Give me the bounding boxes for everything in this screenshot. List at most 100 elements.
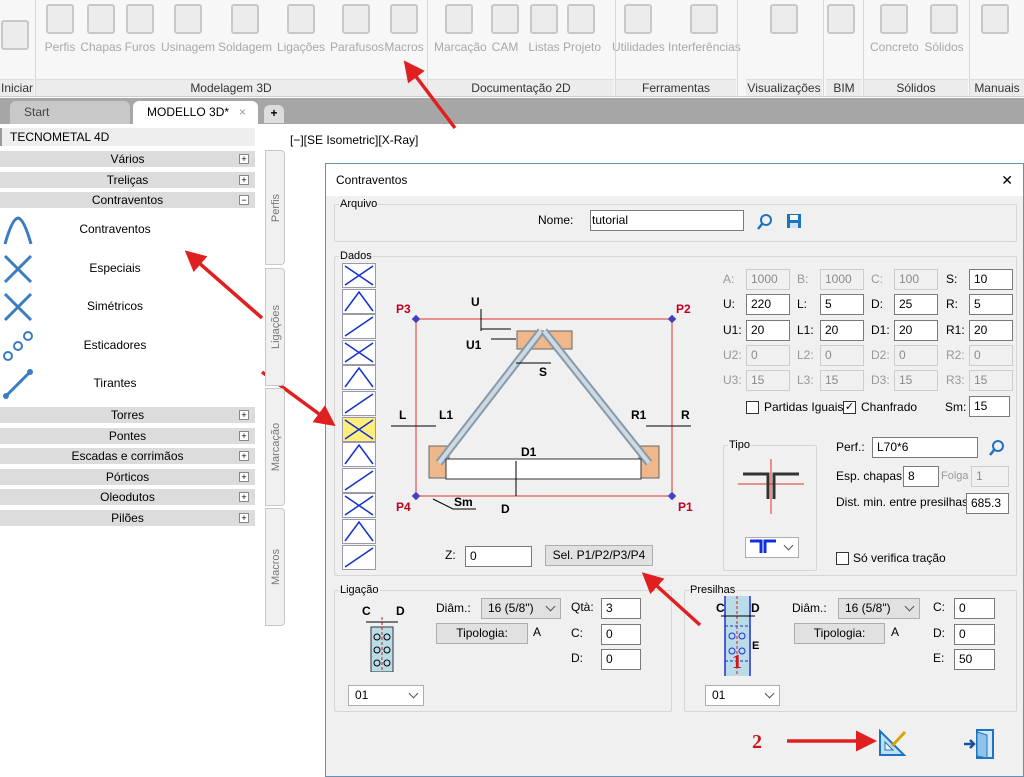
ligacao-d-input[interactable]: 0 — [601, 649, 641, 670]
param-input-s[interactable]: 10 — [969, 269, 1013, 290]
side-tab-perfis[interactable]: Perfis — [265, 150, 285, 265]
param-input-r[interactable]: 5 — [969, 294, 1013, 316]
dist-min-input[interactable]: 685.3 — [966, 493, 1009, 514]
search-icon[interactable] — [756, 213, 774, 231]
tab-modello-3d[interactable]: MODELLO 3D* × — [133, 101, 258, 124]
category-torres[interactable]: Torres + — [0, 407, 255, 423]
presilhas-combo[interactable]: 01 — [705, 685, 780, 706]
bracing-thumbnail[interactable] — [342, 314, 376, 340]
category-pilões[interactable]: Pilões + — [0, 509, 255, 526]
partidas-iguais-checkbox[interactable] — [746, 401, 759, 414]
param-input-u2[interactable]: 0 — [746, 344, 790, 366]
ribbon-button-manual-icon[interactable] — [980, 4, 1010, 40]
ribbon-button-chapas[interactable]: Chapas — [80, 4, 122, 54]
ribbon-button-usinagem[interactable]: Usinagem — [160, 4, 216, 54]
so-verifica-tracao-checkbox[interactable] — [836, 552, 849, 565]
ribbon-button-iniciar[interactable] — [0, 20, 30, 56]
category-oleodutos[interactable]: Oleodutos + — [0, 489, 255, 505]
close-tab-icon[interactable]: × — [239, 101, 246, 123]
category-treliças[interactable]: Treliças + — [0, 171, 255, 188]
ribbon-button-macros[interactable]: Macros — [384, 4, 424, 54]
category-contraventos[interactable]: Contraventos − — [0, 192, 255, 208]
ribbon-button-ligações[interactable]: Ligações — [276, 4, 326, 54]
ribbon-button-marcação[interactable]: Marcação — [434, 4, 487, 54]
expand-icon[interactable]: + — [239, 512, 249, 523]
expand-icon[interactable]: + — [239, 492, 249, 502]
param-input-u3[interactable]: 15 — [746, 370, 790, 392]
category-pórticos[interactable]: Pórticos + — [0, 468, 255, 485]
close-icon[interactable]: ✕ — [1001, 164, 1013, 196]
presilhas-c-input[interactable]: 0 — [954, 598, 995, 619]
bracing-thumbnail[interactable] — [342, 416, 376, 442]
macro-item-especiais[interactable]: Especiais — [0, 251, 255, 287]
side-tab-ligações[interactable]: Ligações — [265, 268, 285, 386]
ribbon-button-interferências[interactable]: Interferências — [668, 4, 741, 54]
bracing-thumbnail[interactable] — [342, 544, 376, 570]
param-input-l1[interactable]: 20 — [820, 319, 864, 341]
side-tab-macros[interactable]: Macros — [265, 508, 285, 626]
esp-chapas-input[interactable]: 8 — [903, 466, 939, 487]
ribbon-button-furos[interactable]: Furos — [122, 4, 158, 54]
param-input-u1[interactable]: 20 — [746, 319, 790, 341]
ribbon-button-soldagem[interactable]: Soldagem — [218, 4, 272, 54]
select-points-button[interactable]: Sel. P1/P2/P3/P4 — [545, 545, 653, 566]
category-escadas-e-corrimãos[interactable]: Escadas e corrimãos + — [0, 448, 255, 464]
param-input-l3[interactable]: 15 — [820, 370, 864, 392]
bracing-thumbnail[interactable] — [342, 519, 376, 544]
bracing-thumbnail[interactable] — [342, 339, 376, 365]
macro-item-simétricos[interactable]: Simétricos — [0, 289, 255, 325]
ribbon-button-cam[interactable]: CAM — [490, 4, 520, 54]
chanfrado-checkbox[interactable]: ✓ — [843, 401, 856, 414]
add-tab-button[interactable]: + — [264, 105, 284, 123]
search-profile-icon[interactable] — [988, 439, 1006, 457]
param-input-u[interactable]: 220 — [746, 294, 790, 316]
nome-input[interactable]: tutorial — [590, 210, 744, 231]
bracing-thumbnail[interactable] — [342, 288, 376, 314]
ribbon-button-listas[interactable]: Listas — [527, 4, 561, 54]
param-input-b[interactable]: 1000 — [820, 269, 864, 290]
category-vários[interactable]: Vários + — [0, 151, 255, 167]
collapse-icon[interactable]: − — [239, 195, 249, 205]
draw-set-square-icon[interactable] — [878, 728, 908, 758]
ribbon-button-projeto[interactable]: Projeto — [563, 4, 601, 54]
side-tab-marcação[interactable]: Marcação — [265, 388, 285, 506]
expand-icon[interactable]: + — [239, 451, 249, 461]
ligacao-c-input[interactable]: 0 — [601, 624, 641, 645]
ribbon-button-parafusos[interactable]: Parafusos — [330, 4, 384, 54]
bracing-thumbnail[interactable] — [342, 493, 376, 519]
ligacao-combo[interactable]: 01 — [348, 685, 424, 706]
param-input-l[interactable]: 5 — [820, 294, 864, 316]
perf-input[interactable]: L70*6 — [872, 437, 978, 458]
expand-icon[interactable]: + — [239, 471, 249, 482]
param-input-d1[interactable]: 20 — [894, 319, 938, 341]
macro-item-contraventos[interactable]: Contraventos — [0, 212, 255, 248]
qta-input[interactable]: 3 — [601, 598, 641, 619]
bracing-thumbnail[interactable] — [342, 467, 376, 493]
category-pontes[interactable]: Pontes + — [0, 427, 255, 444]
ribbon-button-concreto[interactable]: Concreto — [870, 4, 919, 54]
macro-item-tirantes[interactable]: Tirantes — [0, 366, 255, 402]
ligacao-tipologia-button[interactable]: Tipologia: — [436, 623, 528, 644]
exit-door-icon[interactable] — [963, 728, 997, 760]
tab-start[interactable]: Start — [10, 101, 130, 124]
presilhas-e-input[interactable]: 50 — [954, 649, 995, 670]
param-input-c[interactable]: 100 — [894, 269, 938, 290]
folga-input[interactable]: 1 — [971, 466, 1009, 487]
viewport-label[interactable]: [−][SE Isometric][X-Ray] — [290, 133, 418, 147]
param-input-r2[interactable]: 0 — [969, 344, 1013, 366]
ribbon-button-sólidos[interactable]: Sólidos — [924, 4, 964, 54]
presilhas-tipologia-button[interactable]: Tipologia: — [794, 623, 885, 644]
param-input-r1[interactable]: 20 — [969, 319, 1013, 341]
param-input-d3[interactable]: 15 — [894, 370, 938, 392]
ribbon-button-utilidades[interactable]: Utilidades — [612, 4, 665, 54]
bracing-thumbnail[interactable] — [342, 442, 376, 468]
expand-icon[interactable]: + — [239, 154, 249, 164]
z-input[interactable]: 0 — [465, 546, 532, 567]
ligacao-diam-select[interactable]: 16 (5/8") — [481, 598, 561, 619]
param-input-l2[interactable]: 0 — [820, 344, 864, 366]
param-input-a[interactable]: 1000 — [746, 269, 790, 290]
ribbon-button-bim-icon[interactable] — [826, 4, 856, 40]
expand-icon[interactable]: + — [239, 410, 249, 420]
param-input-d2[interactable]: 0 — [894, 344, 938, 366]
ribbon-button-perfis[interactable]: Perfis — [42, 4, 78, 54]
